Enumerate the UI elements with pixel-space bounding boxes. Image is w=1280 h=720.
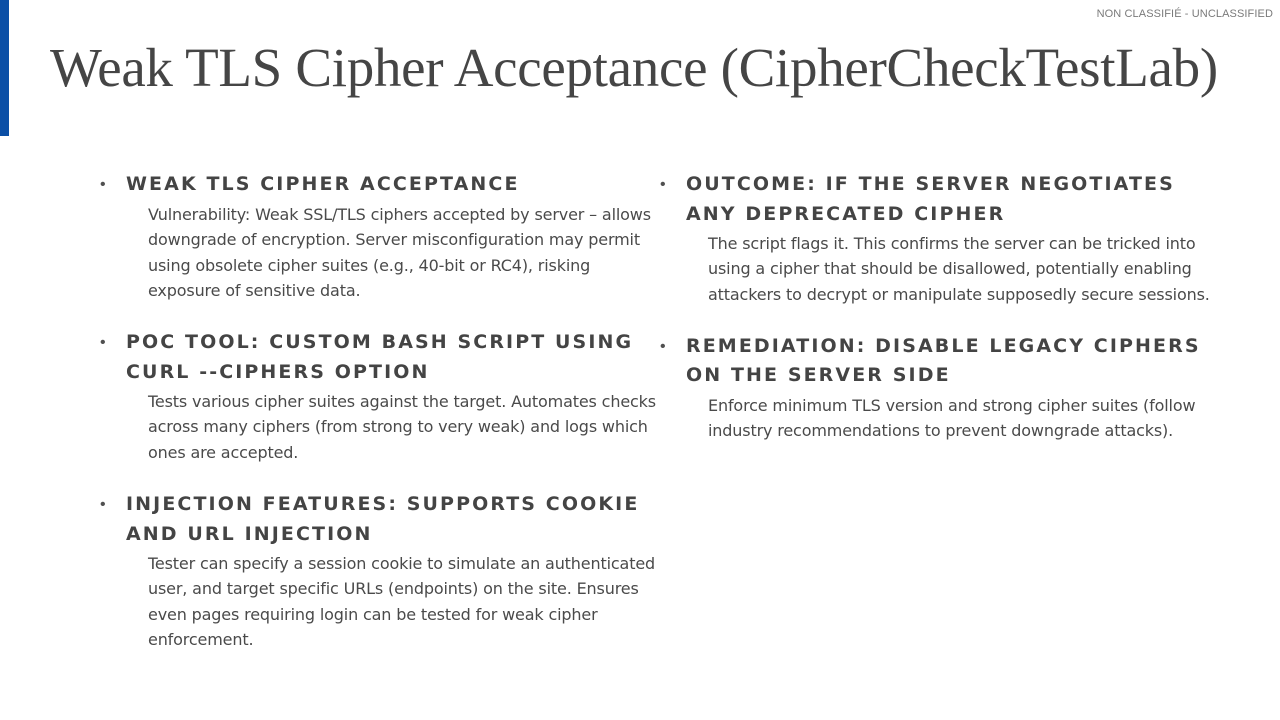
bullet-item: • OUTCOME: IF THE SERVER NEGOTIATES ANY …: [660, 170, 1230, 307]
bullet-body: Tester can specify a session cookie to s…: [148, 554, 656, 649]
bullet-item: • WEAK TLS CIPHER ACCEPTANCE Vulnerabili…: [100, 170, 666, 303]
bullet-icon: •: [100, 334, 106, 352]
bullet-item: • POC TOOL: CUSTOM BASH SCRIPT USING CUR…: [100, 328, 666, 465]
slide-title: Weak TLS Cipher Acceptance (CipherCheckT…: [50, 37, 1218, 98]
bullet-body: Vulnerability: Weak SSL/TLS ciphers acce…: [148, 205, 651, 300]
bullet-icon: •: [100, 496, 106, 514]
accent-bar: [0, 0, 9, 136]
bullet-icon: •: [100, 176, 106, 193]
bullet-body: Tests various cipher suites against the …: [148, 392, 656, 462]
classification-label: NON CLASSIFIÉ - UNCLASSIFIED: [1096, 8, 1273, 20]
bullet-heading: INJECTION FEATURES: SUPPORTS COOKIE AND …: [126, 493, 640, 545]
bullet-item: • INJECTION FEATURES: SUPPORTS COOKIE AN…: [100, 490, 666, 652]
bullet-heading: OUTCOME: IF THE SERVER NEGOTIATES ANY DE…: [686, 173, 1175, 225]
bullet-icon: •: [660, 337, 666, 355]
left-column: • WEAK TLS CIPHER ACCEPTANCE Vulnerabili…: [100, 170, 666, 677]
bullet-body: The script flags it. This confirms the s…: [708, 234, 1210, 304]
right-column: • OUTCOME: IF THE SERVER NEGOTIATES ANY …: [660, 170, 1230, 468]
bullet-heading: POC TOOL: CUSTOM BASH SCRIPT USING CURL …: [126, 331, 634, 383]
bullet-item: • REMEDIATION: DISABLE LEGACY CIPHERS ON…: [660, 332, 1230, 444]
bullet-body: Enforce minimum TLS version and strong c…: [708, 395, 1196, 441]
bullet-heading: WEAK TLS CIPHER ACCEPTANCE: [126, 173, 520, 195]
bullet-icon: •: [660, 176, 666, 193]
bullet-heading: REMEDIATION: DISABLE LEGACY CIPHERS ON T…: [686, 334, 1201, 387]
